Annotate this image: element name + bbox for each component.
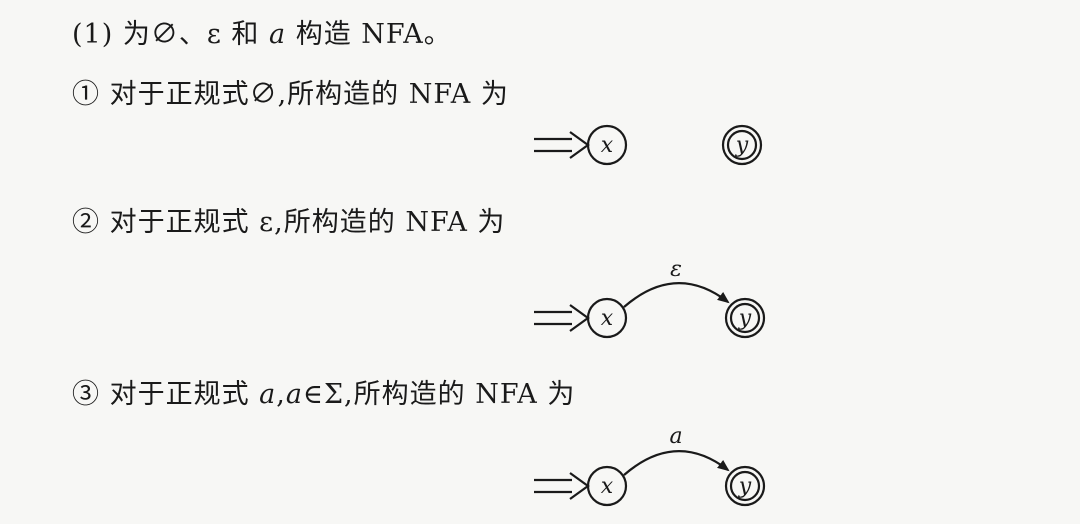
final-state-label: y bbox=[735, 133, 749, 158]
start-arrow-icon bbox=[534, 472, 590, 500]
nfa-diagrams: x y x ε y x a y bbox=[534, 124, 766, 507]
start-state-label: x bbox=[601, 306, 614, 331]
nfa-epsilon: x ε y bbox=[534, 257, 766, 339]
nfa-symbol-a: x a y bbox=[534, 424, 766, 507]
nfa-empty-set: x y bbox=[534, 124, 763, 166]
epsilon-transition-arrow bbox=[623, 282, 730, 308]
start-state-label: x bbox=[601, 133, 614, 158]
final-state-label: y bbox=[738, 306, 752, 331]
start-arrow-icon bbox=[534, 131, 590, 159]
edge-label: ε bbox=[670, 257, 682, 282]
final-state-label: y bbox=[738, 474, 752, 499]
a-transition-arrow bbox=[623, 450, 730, 476]
start-state-label: x bbox=[601, 474, 614, 499]
start-arrow-icon bbox=[534, 304, 590, 332]
edge-label: a bbox=[669, 424, 682, 449]
